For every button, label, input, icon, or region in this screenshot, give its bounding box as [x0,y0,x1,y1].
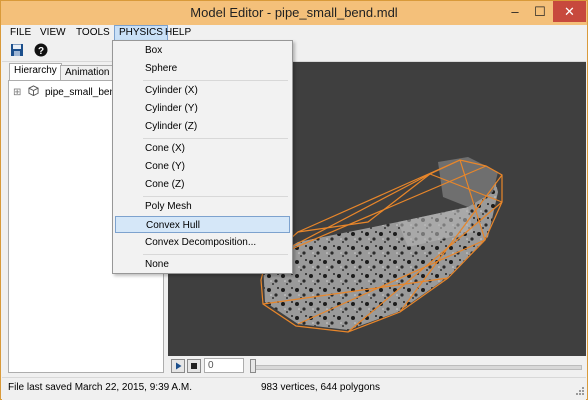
title-bar[interactable]: Model Editor - pipe_small_bend.mdl – ☐ ✕ [1,1,587,25]
menu-item-box[interactable]: Box [115,42,290,59]
menu-item-convex-decomposition[interactable]: Convex Decomposition... [115,234,290,251]
play-icon [176,362,182,370]
close-button[interactable]: ✕ [553,1,586,22]
tab-hierarchy[interactable]: Hierarchy [9,63,62,80]
stop-icon [191,363,197,369]
tree-item-pipe-small-bend[interactable]: ⊞ pipe_small_bend [13,85,121,99]
physics-menu-dropdown: Box Sphere Cylinder (X) Cylinder (Y) Cyl… [112,40,293,274]
mesh-cube-icon [28,85,39,97]
status-bar: File last saved March 22, 2015, 9:39 A.M… [2,377,586,400]
menu-item-none[interactable]: None [115,256,290,273]
svg-text:?: ? [38,46,44,57]
maximize-button[interactable]: ☐ [528,1,552,22]
menu-view[interactable]: VIEW [36,26,70,40]
resize-grip-icon[interactable] [573,386,585,398]
menu-separator [143,196,288,197]
menu-bar: FILE VIEW TOOLS PHYSICS HELP [2,25,586,41]
menu-separator [143,254,288,255]
save-icon[interactable] [10,43,24,57]
menu-item-poly-mesh[interactable]: Poly Mesh [115,198,290,215]
frame-number-input[interactable]: 0 [204,358,244,373]
menu-item-convex-hull[interactable]: Convex Hull [115,216,290,233]
stop-button[interactable] [187,359,201,373]
tab-animation[interactable]: Animation [60,65,115,80]
toolbar: ? [2,41,586,62]
menu-item-cylinder-x[interactable]: Cylinder (X) [115,82,290,99]
menu-file[interactable]: FILE [6,26,35,40]
menu-item-cone-x[interactable]: Cone (X) [115,140,290,157]
menu-separator [143,138,288,139]
minimize-button[interactable]: – [503,1,527,22]
menu-item-sphere[interactable]: Sphere [115,60,290,77]
menu-item-cone-y[interactable]: Cone (Y) [115,158,290,175]
help-icon[interactable]: ? [34,43,48,57]
tree-item-label: pipe_small_bend [44,87,121,98]
menu-item-cone-z[interactable]: Cone (Z) [115,176,290,193]
timeline-slider-track[interactable] [250,365,582,370]
app-window: Model Editor - pipe_small_bend.mdl – ☐ ✕… [0,0,588,400]
menu-help[interactable]: HELP [161,26,195,40]
last-saved-status: File last saved March 22, 2015, 9:39 A.M… [8,382,192,393]
window-title: Model Editor - pipe_small_bend.mdl [190,5,398,20]
menu-item-cylinder-y[interactable]: Cylinder (Y) [115,100,290,117]
mesh-stats-status: 983 vertices, 644 polygons [261,382,380,393]
play-button[interactable] [171,359,185,373]
timeline-slider-thumb[interactable] [250,359,256,373]
animation-playbar: 0 [168,356,586,376]
menu-tools[interactable]: TOOLS [72,26,114,40]
expand-icon[interactable]: ⊞ [13,87,21,98]
menu-separator [143,80,288,81]
menu-physics[interactable]: PHYSICS [114,25,168,41]
menu-item-cylinder-z[interactable]: Cylinder (Z) [115,118,290,135]
